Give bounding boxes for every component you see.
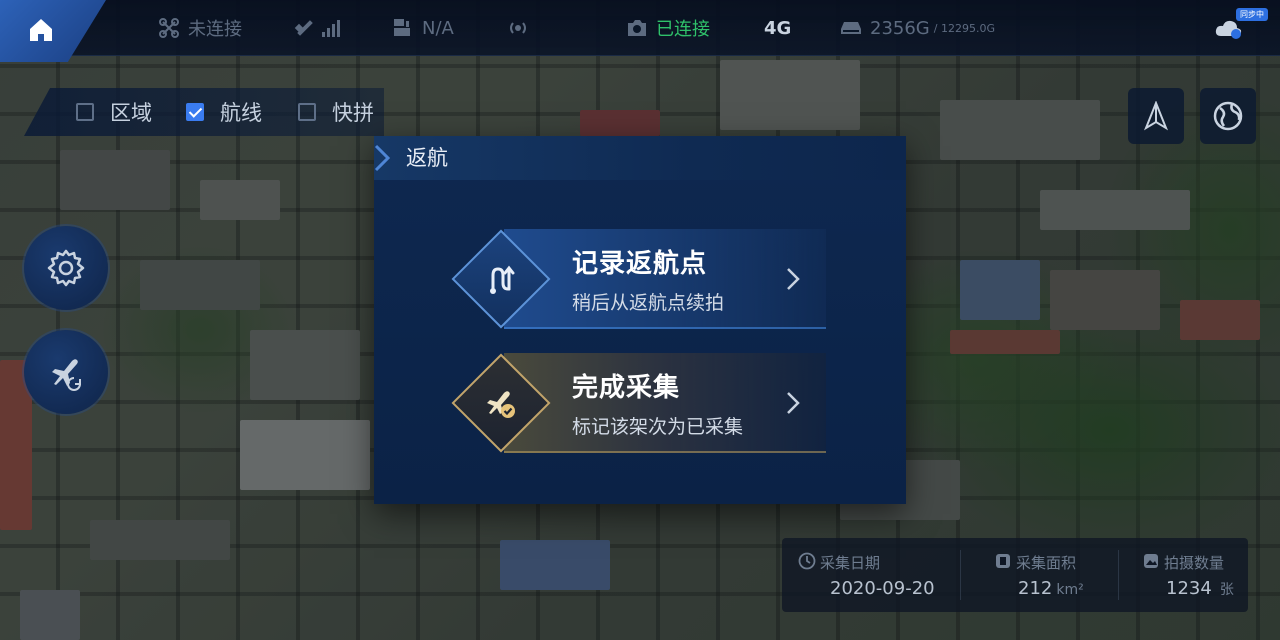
top-status-bar: 未连接 N/A 已连接 4G 2356G / 12295.0G 同步中 xyxy=(0,0,1280,62)
camera-icon xyxy=(628,20,646,36)
compass-button[interactable] xyxy=(1128,88,1184,144)
drone-status: 未连接 xyxy=(158,0,242,56)
north-arrow-icon xyxy=(1143,101,1169,131)
stat-value: 1234 张 xyxy=(1166,578,1234,599)
stat-unit: 张 xyxy=(1219,582,1234,598)
rtk-status: N/A xyxy=(392,0,454,56)
checkbox-route-box[interactable] xyxy=(186,103,204,121)
return-home-button[interactable] xyxy=(24,330,108,414)
stat-value: 212 km² xyxy=(1018,578,1084,599)
plane-return-icon xyxy=(52,359,81,391)
plane-check-icon xyxy=(487,391,515,418)
gear-icon xyxy=(47,249,85,287)
layer-checkbox-quickstitch[interactable]: 快拼 xyxy=(298,88,374,136)
home-button[interactable] xyxy=(0,0,106,62)
layer-label-area: 区域 xyxy=(110,101,152,125)
collection-stats-panel: 采集日期 2020-09-20 采集面积 212 km² 拍摄数量 1234 张 xyxy=(782,538,1248,612)
stat-divider xyxy=(1118,550,1119,600)
layer-checkbox-route[interactable]: 航线 xyxy=(186,88,262,136)
stat-value: 2020-09-20 xyxy=(830,578,935,599)
chevron-right-icon xyxy=(787,268,800,290)
map-layer-button[interactable] xyxy=(1200,88,1256,144)
option-title: 完成采集 xyxy=(572,373,681,403)
route-return-icon xyxy=(490,265,515,294)
layer-checkbox-area[interactable]: 区域 xyxy=(76,88,152,136)
layer-label-route: 航线 xyxy=(220,101,262,125)
settings-button[interactable] xyxy=(24,226,108,310)
stat-photo-count: 拍摄数量 1234 张 xyxy=(1126,538,1248,612)
return-dialog: 返航 记录返航点 稍后从返航点续拍 完成采集 标记该架次为已采集 xyxy=(374,136,906,504)
stat-unit: km² xyxy=(1056,582,1084,598)
drone-status-text: 未连接 xyxy=(188,19,242,40)
network-status: 4G xyxy=(764,0,791,56)
clock-icon xyxy=(798,552,816,570)
stat-label: 拍摄数量 xyxy=(1164,554,1225,572)
camera-status-text: 已连接 xyxy=(656,19,710,40)
drone-icon xyxy=(159,18,179,38)
layer-label-quickstitch: 快拼 xyxy=(332,101,374,125)
rtk-icon xyxy=(394,19,410,36)
area-icon xyxy=(996,554,1010,568)
option-title: 记录返航点 xyxy=(572,249,708,279)
chevron-right-icon xyxy=(787,392,800,414)
storage-total: / 12295.0G xyxy=(933,21,995,35)
stat-label: 采集日期 xyxy=(820,554,881,572)
checkbox-quickstitch-box[interactable] xyxy=(298,103,316,121)
satellite-signal xyxy=(294,0,352,56)
finish-collection-option[interactable]: 完成采集 标记该架次为已采集 xyxy=(451,353,826,453)
storage-status: 2356G / 12295.0G xyxy=(840,0,995,56)
photo-icon xyxy=(1144,554,1158,568)
stat-collection-area: 采集面积 212 km² xyxy=(978,538,1118,612)
checkbox-area-box[interactable] xyxy=(76,103,94,121)
storage-icon xyxy=(841,22,861,34)
stat-collection-date: 采集日期 2020-09-20 xyxy=(782,538,960,612)
dialog-header: 返航 xyxy=(374,136,906,180)
satellite-signal-icon xyxy=(294,20,340,37)
chevron-right-icon xyxy=(374,144,391,172)
storage-used: 2356G xyxy=(870,17,930,39)
home-icon xyxy=(30,19,52,41)
network-type: 4G xyxy=(764,17,792,39)
stat-number: 1234 xyxy=(1166,578,1212,599)
radio-signal xyxy=(506,0,538,56)
rtk-status-text: N/A xyxy=(422,17,454,39)
radio-signal-icon xyxy=(510,22,526,34)
globe-icon xyxy=(1213,101,1243,131)
stat-number: 212 xyxy=(1018,578,1053,599)
option-subtitle: 标记该架次为已采集 xyxy=(572,416,744,438)
stat-divider xyxy=(960,550,961,600)
sync-badge: 同步中 xyxy=(1236,8,1268,21)
option-subtitle: 稍后从返航点续拍 xyxy=(572,292,725,314)
record-return-point-option[interactable]: 记录返航点 稍后从返航点续拍 xyxy=(451,229,826,329)
stat-label: 采集面积 xyxy=(1016,554,1077,572)
camera-status: 已连接 xyxy=(626,0,710,56)
dialog-title: 返航 xyxy=(406,146,448,170)
